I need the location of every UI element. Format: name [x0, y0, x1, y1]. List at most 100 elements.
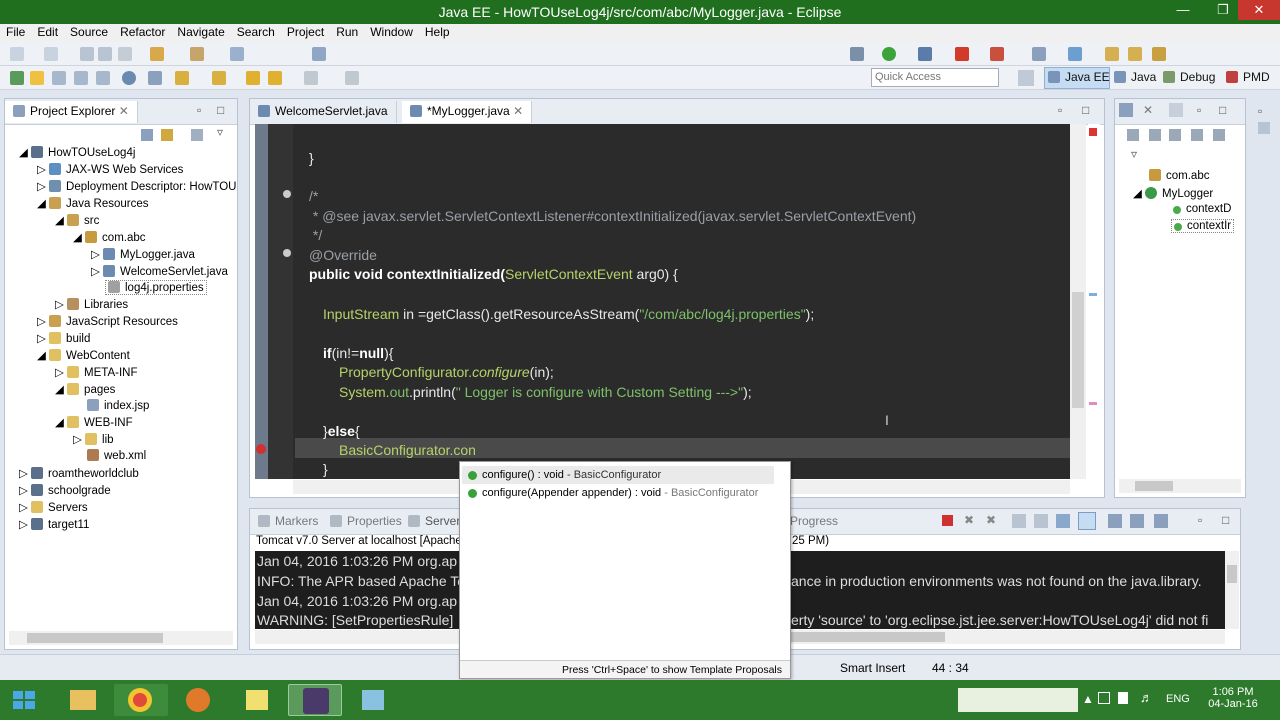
menu-run[interactable]: Run — [330, 24, 364, 40]
tree-item-pages[interactable]: ◢ pages — [55, 382, 115, 396]
clear-console-icon[interactable] — [1012, 514, 1026, 528]
back-icon[interactable] — [246, 71, 260, 85]
task-marker[interactable] — [1089, 402, 1097, 405]
hide-fields-icon[interactable] — [1149, 129, 1161, 141]
menu-navigate[interactable]: Navigate — [171, 24, 230, 40]
tree-item-build[interactable]: ▷ build — [37, 331, 90, 345]
taskbar-chrome[interactable] — [114, 684, 168, 716]
open-perspective-icon[interactable] — [1018, 70, 1034, 86]
tree-item-javascript-resources[interactable]: ▷ JavaScript Resources — [37, 314, 178, 328]
link-editor-icon[interactable] — [161, 129, 173, 141]
package-icon[interactable] — [190, 47, 204, 61]
view-menu-icon[interactable] — [191, 129, 203, 141]
scroll-lock-icon[interactable] — [1034, 514, 1048, 528]
perspective-java[interactable]: Java — [1114, 70, 1156, 84]
collapse-all-icon[interactable] — [141, 129, 153, 141]
pin-console-icon[interactable] — [1108, 514, 1122, 528]
maximize-icon[interactable]: □ — [1219, 103, 1226, 117]
open-folder-icon[interactable] — [1105, 47, 1119, 61]
menu-project[interactable]: Project — [281, 24, 330, 40]
outline-item-class[interactable]: ◢ MyLogger — [1133, 186, 1213, 200]
menu-help[interactable]: Help — [419, 24, 456, 40]
maximize-icon[interactable]: □ — [217, 103, 224, 117]
hide-local-types-icon[interactable] — [1213, 129, 1225, 141]
tree-item-lib[interactable]: ▷ lib — [73, 432, 114, 446]
error-overview-marker[interactable] — [1089, 128, 1097, 136]
battery-icon[interactable] — [1118, 692, 1128, 704]
network-icon[interactable] — [1098, 692, 1110, 704]
tree-item-roamtheworldclub[interactable]: ▷ roamtheworldclub — [19, 466, 139, 480]
menu-edit[interactable]: Edit — [31, 24, 64, 40]
folder-icon[interactable] — [1128, 47, 1142, 61]
close-icon[interactable]: ✕ — [1143, 103, 1153, 117]
start-button[interactable] — [2, 684, 48, 716]
tree-item-log4j-properties[interactable]: log4j.properties — [105, 280, 207, 295]
search-icon[interactable] — [312, 47, 326, 61]
show-stderr-icon[interactable] — [1078, 512, 1096, 530]
tree-item-mylogger[interactable]: ▷ MyLogger.java — [91, 247, 195, 261]
perspective-debug[interactable]: Debug — [1163, 70, 1215, 84]
prev-annotation-icon[interactable] — [212, 71, 226, 85]
stop-icon[interactable] — [955, 47, 969, 61]
minimize-icon[interactable]: ▫ — [1198, 513, 1202, 527]
tree-item-meta-inf[interactable]: ▷ META-INF — [55, 365, 138, 379]
tree-item-index-jsp[interactable]: index.jsp — [87, 399, 149, 412]
menu-search[interactable]: Search — [231, 24, 281, 40]
coverage-icon[interactable] — [918, 47, 932, 61]
debug-icon[interactable] — [850, 47, 864, 61]
outline-item-package[interactable]: com.abc — [1149, 169, 1209, 182]
taskbar-firefox[interactable] — [172, 684, 226, 716]
tree-item-welcomeservlet[interactable]: ▷ WelcomeServlet.java — [91, 264, 228, 278]
display-console-icon[interactable] — [1130, 514, 1144, 528]
paragraph-icon[interactable] — [74, 71, 88, 85]
minimize-button[interactable]: — — [1168, 0, 1198, 20]
save-all-icon[interactable] — [98, 47, 112, 61]
external-tools-icon[interactable] — [990, 47, 1004, 61]
outline-item-method[interactable]: contextD — [1173, 203, 1231, 215]
tab-welcomeservlet[interactable]: WelcomeServlet.java — [250, 101, 397, 123]
tab-markers[interactable]: Markers — [250, 511, 326, 533]
server-icon[interactable] — [150, 47, 164, 61]
template-proposals-hint[interactable]: Press 'Ctrl+Space' to show Template Prop… — [562, 664, 782, 676]
tree-item-java-resources[interactable]: ◢ Java Resources — [37, 196, 149, 210]
tab-mylogger[interactable]: *MyLogger.java ✕ — [402, 101, 533, 123]
volume-icon[interactable]: ♬ — [1140, 690, 1153, 705]
maximize-icon[interactable]: □ — [1222, 513, 1229, 527]
chevron-down-icon[interactable]: ▿ — [217, 125, 223, 139]
perspective-pmd[interactable]: PMD — [1226, 70, 1270, 84]
new-icon[interactable] — [10, 47, 24, 61]
run-icon[interactable] — [882, 47, 896, 61]
project-explorer-tab[interactable]: Project Explorer ✕ — [5, 101, 138, 123]
scrollbar-thumb[interactable] — [1227, 565, 1237, 583]
open-perspective-toolbar-icon[interactable] — [1032, 47, 1046, 61]
block-icon[interactable] — [96, 71, 110, 85]
minimize-icon[interactable]: ▫ — [1058, 103, 1062, 117]
occurrence-marker[interactable] — [1089, 293, 1097, 296]
fold-icon[interactable] — [283, 190, 291, 198]
taskbar-eclipse[interactable] — [288, 684, 342, 716]
scrollbar-thumb[interactable] — [1072, 292, 1084, 408]
maximize-button[interactable]: ❐ — [1208, 0, 1238, 20]
explorer-hscrollbar[interactable] — [9, 631, 233, 645]
tree-item-howtouselog4j[interactable]: ◢ HowTOUseLog4j — [19, 145, 135, 159]
maximize-icon[interactable]: □ — [1082, 103, 1089, 117]
quick-access-input[interactable]: Quick Access — [871, 68, 999, 87]
task-list-icon[interactable] — [1169, 103, 1183, 117]
show-hidden-icons[interactable]: ▲ — [1082, 692, 1094, 706]
close-button[interactable]: ✕ — [1238, 0, 1280, 20]
save-icon[interactable] — [80, 47, 94, 61]
tree-item-com-abc[interactable]: ◢ com.abc — [73, 230, 146, 244]
pin-icon[interactable] — [345, 71, 359, 85]
language-indicator[interactable]: ENG — [1166, 693, 1190, 705]
menu-refactor[interactable]: Refactor — [114, 24, 171, 40]
proposal-item[interactable]: configure() : void - BasicConfigurator — [468, 469, 661, 481]
show-stdout-icon[interactable] — [1056, 514, 1070, 528]
open-console-icon[interactable] — [1154, 514, 1168, 528]
scrollbar-thumb[interactable] — [1135, 481, 1173, 491]
back-arrow-icon[interactable] — [268, 71, 282, 85]
hide-static-icon[interactable] — [1169, 129, 1181, 141]
forward-icon[interactable] — [304, 71, 318, 85]
new-wizard-icon[interactable] — [44, 47, 58, 61]
taskbar-thumbnail[interactable] — [958, 688, 1078, 712]
restore-icon[interactable]: ▫ — [1258, 104, 1262, 118]
